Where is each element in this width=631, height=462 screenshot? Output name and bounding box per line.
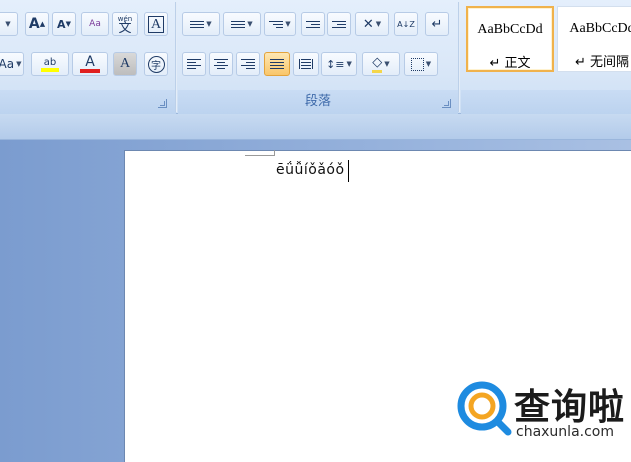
dialog-launcher-icon[interactable] <box>158 99 167 108</box>
character-border-button[interactable]: A <box>144 12 168 36</box>
clear-formatting-button[interactable]: Aa <box>81 12 109 36</box>
sort-icon: A↓Z <box>397 19 415 29</box>
increase-indent-button[interactable] <box>327 12 351 36</box>
group-separator <box>458 2 460 112</box>
font-size-dropdown[interactable]: ▼ <box>0 12 18 36</box>
shrink-font-button[interactable]: A ▼ <box>52 12 76 36</box>
font-group-label <box>0 90 176 114</box>
chevron-down-icon: ▼ <box>375 20 382 28</box>
increase-indent-icon <box>332 20 346 28</box>
decrease-indent-button[interactable] <box>301 12 325 36</box>
multilevel-list-icon <box>269 20 284 28</box>
chevron-down-icon: ▼ <box>247 20 253 28</box>
text-caret <box>348 160 349 182</box>
sort-button[interactable]: A↓Z <box>394 12 418 36</box>
chevron-down-icon: ▼ <box>346 60 352 68</box>
chevron-down-icon: ▼ <box>16 60 22 68</box>
character-shading-button[interactable]: A <box>113 52 137 76</box>
font-group: ▼ A ▲ A ▼ Aa wén 文 A Aa ▼ ab A A 字 <box>0 0 176 114</box>
margin-corner-mark <box>245 150 275 156</box>
style-name: ↵ 正文 <box>489 56 531 71</box>
dialog-launcher-icon[interactable] <box>442 99 451 108</box>
align-right-icon <box>241 59 255 69</box>
line-spacing-icon: ↕≡ <box>326 57 345 71</box>
change-case-icon: Aa <box>0 57 15 71</box>
style-sample: AaBbCcDd <box>569 21 631 36</box>
font-color-button[interactable]: A <box>72 52 108 76</box>
align-right-button[interactable] <box>236 52 260 76</box>
chevron-down-icon: ▼ <box>425 60 432 68</box>
font-color-icon: A <box>85 53 95 70</box>
bullets-icon <box>190 20 205 28</box>
highlight-button[interactable]: ab <box>31 52 69 76</box>
highlight-color-bar <box>41 67 59 72</box>
document-text[interactable]: ēǘǚíǒǎóǒ <box>276 162 345 178</box>
change-case-button[interactable]: Aa ▼ <box>0 52 24 76</box>
borders-button[interactable]: ▼ <box>404 52 438 76</box>
style-sample: AaBbCcDd <box>477 22 543 37</box>
align-center-button[interactable] <box>209 52 233 76</box>
style-name: ↵ 无间隔 <box>574 55 630 70</box>
justify-icon <box>270 59 284 69</box>
asian-layout-button[interactable]: ✕ ▼ <box>355 12 389 36</box>
grow-font-icon: A <box>28 16 40 32</box>
eraser-icon: Aa <box>89 19 101 29</box>
character-shading-icon: A <box>119 56 131 71</box>
chevron-down-icon: ▼ <box>5 20 11 28</box>
chevron-down-icon: ▼ <box>384 60 390 68</box>
bullets-button[interactable]: ▼ <box>182 12 220 36</box>
distributed-icon <box>299 59 313 69</box>
asian-layout-icon: ✕ <box>362 16 374 32</box>
phonetic-guide-button[interactable]: wén 文 <box>112 12 138 36</box>
chevron-down-icon: ▼ <box>285 20 291 28</box>
show-marks-button[interactable]: ↵ <box>425 12 449 36</box>
paint-bucket-icon: ◇ <box>372 55 383 73</box>
align-center-icon <box>214 59 228 69</box>
grow-font-button[interactable]: A ▲ <box>25 12 49 36</box>
shrink-font-icon: A <box>57 17 66 31</box>
decrease-indent-icon <box>306 20 320 28</box>
magnifier-logo-icon <box>457 381 512 436</box>
borders-icon <box>410 57 424 71</box>
font-color-bar <box>80 68 100 73</box>
character-border-icon: A <box>147 15 165 33</box>
multilevel-list-button[interactable]: ▼ <box>264 12 296 36</box>
watermark-title: 查询啦 <box>514 387 626 428</box>
pilcrow-icon: ↵ <box>431 16 443 32</box>
align-left-button[interactable] <box>182 52 206 76</box>
shading-button[interactable]: ◇ ▼ <box>362 52 400 76</box>
phonetic-char: 文 <box>118 21 132 36</box>
line-spacing-button[interactable]: ↕≡ ▼ <box>321 52 357 76</box>
ribbon: ▼ A ▲ A ▼ Aa wén 文 A Aa ▼ ab A A 字 ▼ ▼ ▼… <box>0 0 631 114</box>
watermark-url: chaxunla.com <box>516 424 614 440</box>
justify-button[interactable] <box>264 52 290 76</box>
chevron-down-icon: ▼ <box>206 20 212 28</box>
numbering-button[interactable]: ▼ <box>223 12 261 36</box>
align-left-icon <box>187 59 201 69</box>
style-no-spacing[interactable]: AaBbCcDd ↵ 无间隔 <box>557 6 631 72</box>
paragraph-group: ▼ ▼ ▼ ✕ ▼ A↓Z ↵ ↕≡ ▼ ◇ ▼ ▼ 段落 <box>178 0 458 114</box>
numbering-icon <box>231 20 246 28</box>
style-normal[interactable]: AaBbCcDd ↵ 正文 <box>466 6 554 72</box>
paragraph-group-label: 段落 <box>178 90 458 114</box>
enclose-character-icon: 字 <box>147 55 165 73</box>
styles-group: AaBbCcDd ↵ 正文 AaBbCcDd ↵ 无间隔 <box>461 0 631 114</box>
distributed-button[interactable] <box>293 52 319 76</box>
ruler-band <box>0 114 631 140</box>
enclose-character-button[interactable]: 字 <box>144 52 168 76</box>
highlighter-icon: ab <box>43 56 57 68</box>
group-separator <box>175 2 177 112</box>
styles-group-label <box>461 90 631 114</box>
